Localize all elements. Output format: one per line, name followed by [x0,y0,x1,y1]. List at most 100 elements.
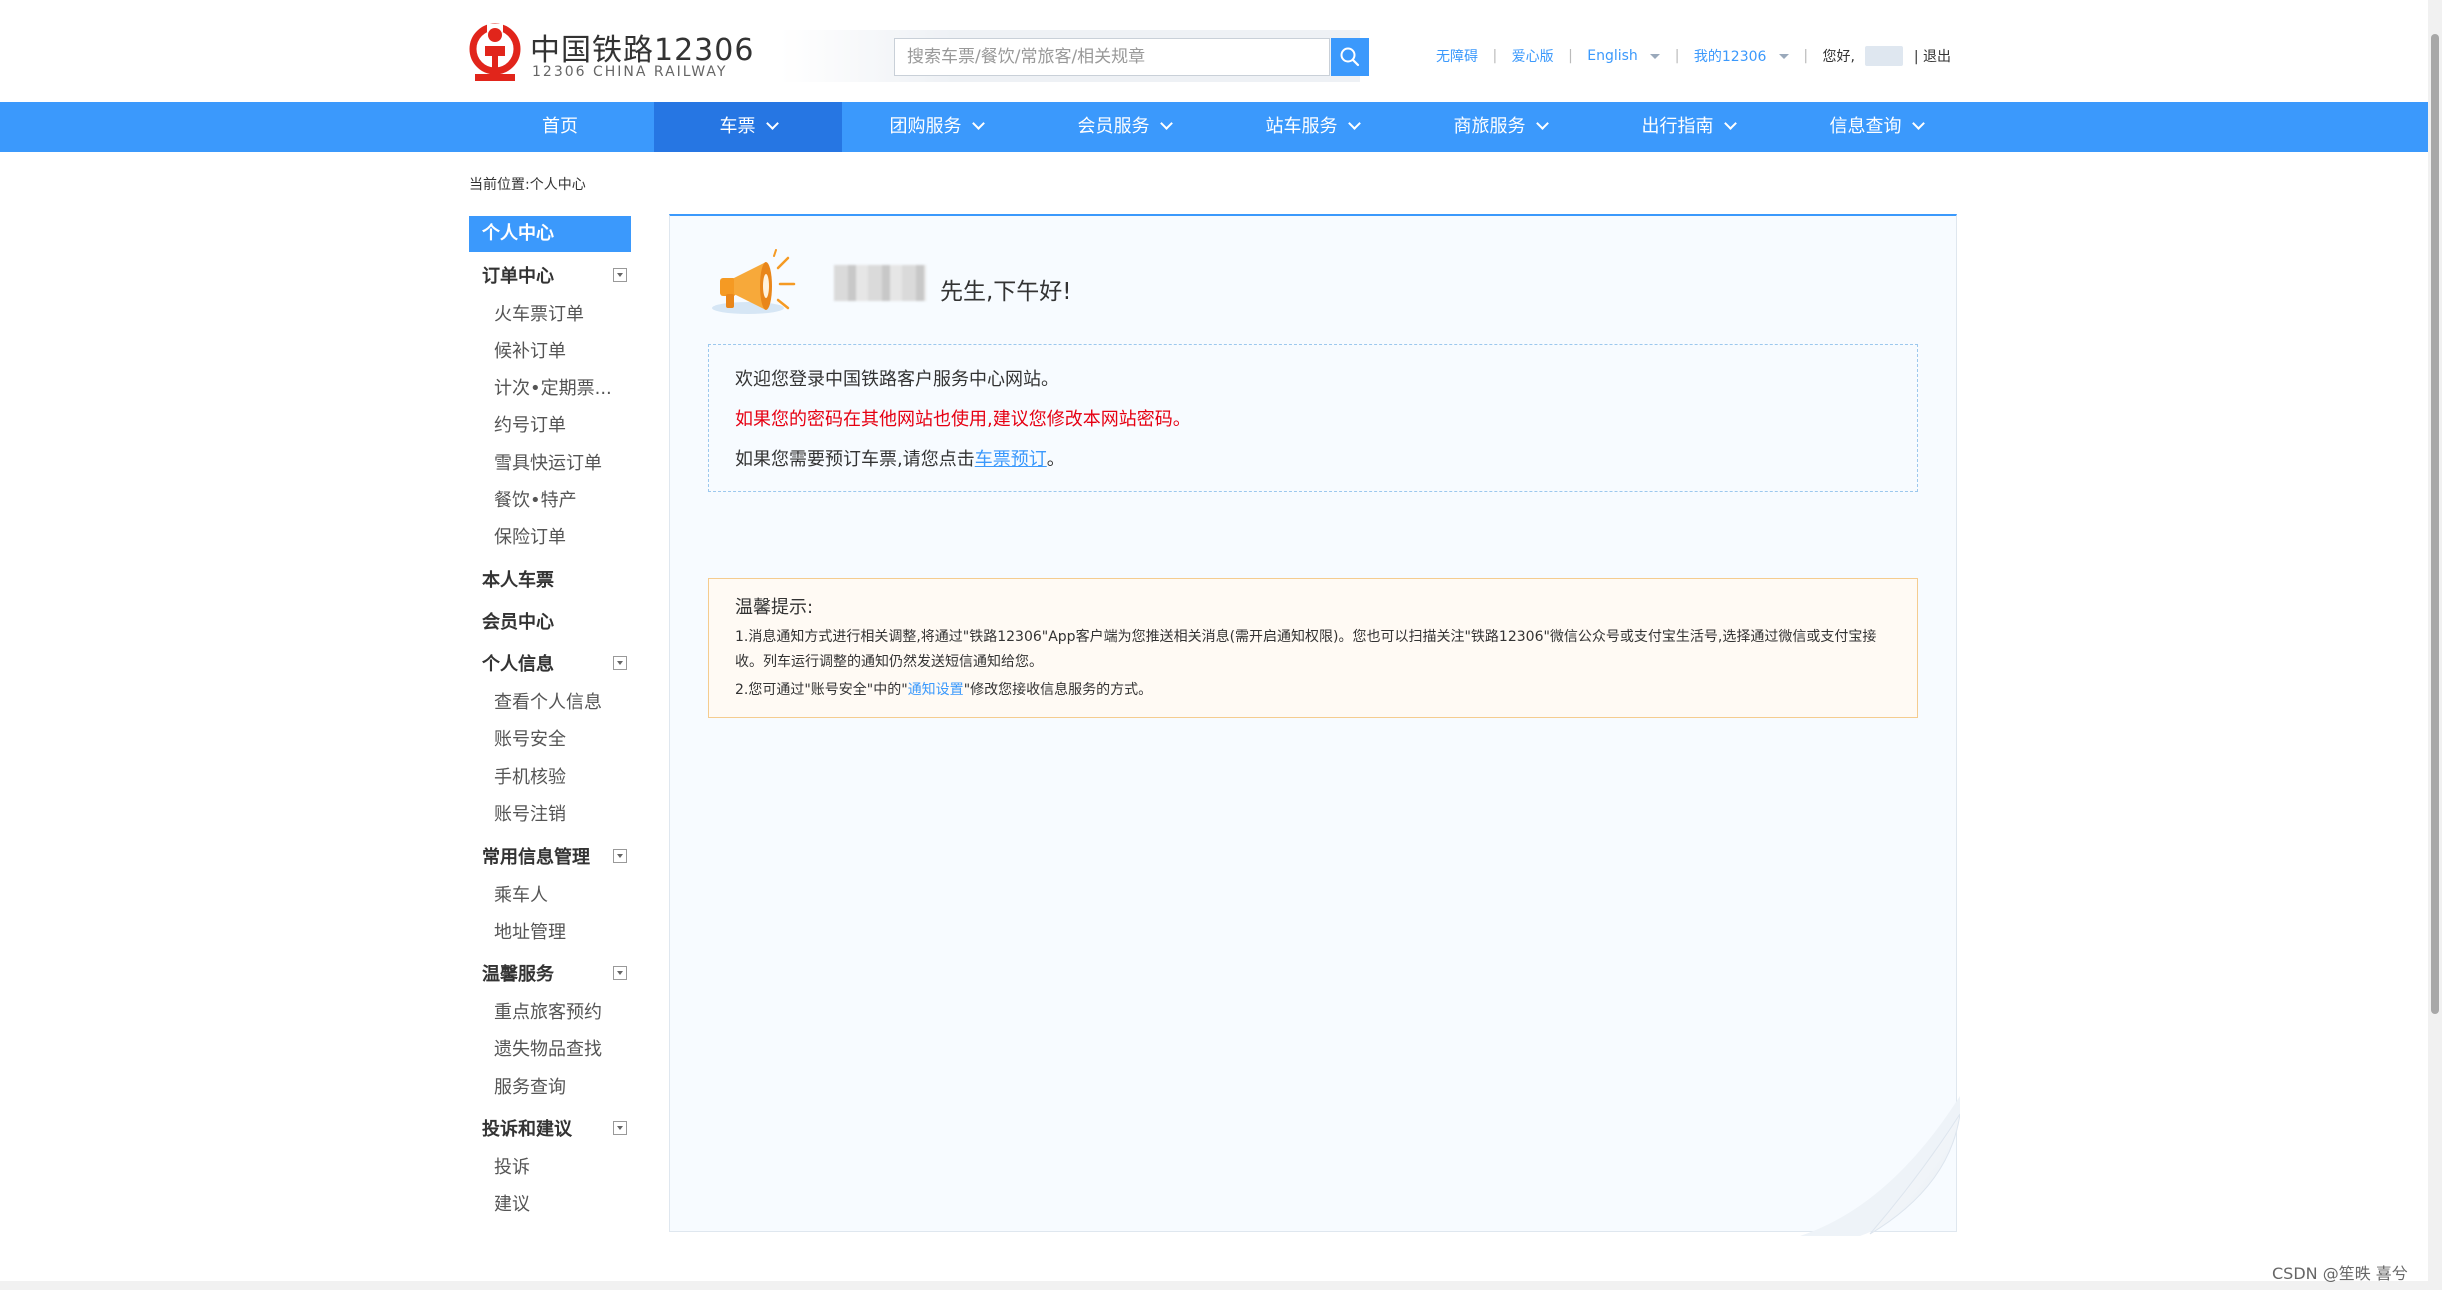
sidebar-item-personal-center[interactable]: 个人中心 [469,216,631,252]
nav-item-group[interactable]: 团购服务 [842,102,1030,152]
separator: | [1803,48,1809,64]
welcome-line: 欢迎您登录中国铁路客户服务中心网站。 [735,369,1059,390]
megaphone-icon [712,249,796,314]
sidebar-group-order-center[interactable]: 订单中心 [482,262,554,288]
language-link[interactable]: English [1587,48,1638,64]
nav-item-home[interactable]: 首页 [466,102,654,152]
sidebar-group-warm-service[interactable]: 温馨服务 [482,960,554,986]
sidebar-item-service-query[interactable]: 服务查询 [494,1073,566,1099]
chevron-down-icon [1535,117,1549,130]
search-box [894,38,1330,76]
collapse-icon[interactable] [613,849,627,863]
logout-link[interactable]: | 退出 [1914,46,1951,66]
chevron-down-icon [1347,117,1361,130]
chevron-down-icon [1911,117,1925,130]
separator: | [1568,48,1573,64]
chevron-down-icon [1723,117,1737,130]
booking-hint-text: 如果您需要预订车票,请您点击 [735,449,975,470]
search-button[interactable] [1331,38,1369,76]
nav-item-station[interactable]: 站车服务 [1218,102,1406,152]
separator: | [1492,48,1498,64]
nav-item-label: 团购服务 [889,116,962,137]
main-panel: 先生,下午好! 欢迎您登录中国铁路客户服务中心网站。 如果您的密码在其他网站也使… [669,214,1960,1236]
sidebar-item-member-center[interactable]: 会员中心 [482,608,554,634]
sidebar-group-common-info[interactable]: 常用信息管理 [482,843,590,869]
sidebar-item-insurance-orders[interactable]: 保险订单 [494,523,566,549]
username-redacted[interactable] [1865,46,1904,66]
sidebar-item-my-tickets[interactable]: 本人车票 [482,566,554,592]
sidebar-group-complaint[interactable]: 投诉和建议 [482,1115,572,1141]
sidebar-item-account-security[interactable]: 账号安全 [494,725,566,751]
sidebar-item-view-info[interactable]: 查看个人信息 [494,688,602,714]
booking-hint: 如果您需要预订车票,请您点击车票预订。 [735,445,1065,471]
nav-item-member[interactable]: 会员服务 [1030,102,1218,152]
sidebar-item-account-cancel[interactable]: 账号注销 [494,800,566,826]
tips-title: 温馨提示: [735,597,814,618]
railway-logo-icon [469,23,521,81]
sidebar-group-personal-info[interactable]: 个人信息 [482,650,554,676]
nav-item-label: 会员服务 [1077,116,1150,137]
chevron-down-icon [971,117,985,130]
nav-item-label: 车票 [719,116,756,137]
header: 中国铁路12306 12306 CHINA RAILWAY 无障碍 | 爱心版 … [0,0,2428,102]
separator: | [1674,48,1680,64]
sidebar-item-lost-found[interactable]: 遗失物品查找 [494,1035,602,1061]
notification-settings-link[interactable]: 通知设置 [908,682,964,698]
search-icon [1340,47,1360,67]
tips-line-2: 2.您可通过"账号安全"中的"通知设置"修改您接收信息服务的方式。 [735,679,1152,699]
booking-hint-end: 。 [1046,449,1065,470]
sidebar-item-phone-verify[interactable]: 手机核验 [494,763,566,789]
tips-line-2-text: 2.您可通过"账号安全"中的" [735,682,908,698]
page: 中国铁路12306 12306 CHINA RAILWAY 无障碍 | 爱心版 … [0,0,2442,1290]
my12306-link[interactable]: 我的12306 [1694,46,1767,66]
tips-box: 温馨提示: 1.消息通知方式进行相关调整,将通过"铁路12306"App客户端为… [708,578,1918,718]
chevron-down-icon [1650,53,1661,59]
sidebar-item-addresses[interactable]: 地址管理 [494,918,566,944]
nav-item-label: 商旅服务 [1453,116,1526,137]
collapse-icon[interactable] [613,966,627,980]
horizontal-scrollbar[interactable] [0,1281,2428,1290]
elder-mode-link[interactable]: 爱心版 [1512,46,1554,66]
vertical-scrollbar-thumb[interactable] [2431,34,2439,1014]
accessible-link[interactable]: 无障碍 [1436,46,1478,66]
collapse-icon[interactable] [613,656,627,670]
nav-item-tickets[interactable]: 车票 [654,102,842,152]
chevron-down-icon [1778,53,1789,59]
hello-text: 您好, [1822,49,1855,65]
page-curl-decoration [1800,1096,1960,1236]
sidebar-item-ski-express-orders[interactable]: 雪具快运订单 [494,449,602,475]
sidebar-item-passengers[interactable]: 乘车人 [494,881,548,907]
greeting-text: 先生,下午好! [940,279,1072,305]
sidebar-item-catering-specialty[interactable]: 餐饮•特产 [494,486,577,512]
nav-item-business[interactable]: 商旅服务 [1406,102,1594,152]
nav-item-label: 出行指南 [1641,116,1714,137]
collapse-icon[interactable] [613,268,627,282]
chevron-down-icon [765,117,779,130]
sidebar-item-priority-passenger[interactable]: 重点旅客预约 [494,998,602,1024]
sidebar-item-train-orders[interactable]: 火车票订单 [494,300,584,326]
logo-title: 中国铁路12306 [530,33,755,68]
nav-item-info[interactable]: 信息查询 [1782,102,1970,152]
sidebar-item-reservation-orders[interactable]: 约号订单 [494,411,566,437]
breadcrumb: 当前位置:个人中心 [469,177,586,193]
nav-item-guide[interactable]: 出行指南 [1594,102,1782,152]
tips-line-2-end: "修改您接收信息服务的方式。 [963,682,1153,698]
sidebar-item-waitlist-orders[interactable]: 候补订单 [494,337,566,363]
top-links: 无障碍 | 爱心版 | English | 我的12306 | 您好, | 退出 [1436,46,1951,70]
watermark: CSDN @笙昳 喜兮 [2272,1264,2408,1283]
search-input[interactable] [895,39,1329,75]
logo-subtitle: 12306 CHINA RAILWAY [532,64,728,80]
sidebar-item-suggestion[interactable]: 建议 [494,1190,530,1216]
sidebar-item-periodic-tickets[interactable]: 计次•定期票... [494,374,612,400]
collapse-icon[interactable] [613,1121,627,1135]
chevron-down-icon [1159,117,1173,130]
password-warning: 如果您的密码在其他网站也使用,建议您修改本网站密码。 [735,409,1191,430]
tips-line-1: 1.消息通知方式进行相关调整,将通过"铁路12306"App客户端为您推送相关消… [735,629,1877,670]
logo[interactable]: 中国铁路12306 12306 CHINA RAILWAY [466,22,753,86]
nav-item-label: 信息查询 [1829,116,1902,137]
sidebar-item-complaint[interactable]: 投诉 [494,1153,530,1179]
nav-item-label: 首页 [542,116,578,137]
nav-item-label: 站车服务 [1265,116,1338,137]
ticket-booking-link[interactable]: 车票预订 [975,449,1047,470]
main-nav: 首页 车票 团购服务 会员服务 站车服务 商旅服务 出行指南 信息查询 [0,102,2428,152]
